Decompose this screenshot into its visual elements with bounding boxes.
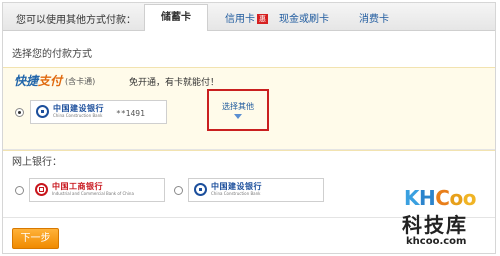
quick-pay-logo-part1: 快捷 xyxy=(14,74,39,88)
ccb-emblem-icon xyxy=(194,183,207,196)
choose-other-label: 选择其他 xyxy=(222,102,254,111)
watermark-letter: o xyxy=(449,186,463,210)
bank-name-en: China Construction Bank xyxy=(53,113,103,118)
quick-pay-note: (含卡通) xyxy=(65,77,96,86)
payment-tab-bar: 您可以使用其他方式付款： 储蓄卡 信用卡惠 现金或刷卡 消费卡 xyxy=(3,3,495,31)
bank-option-icbc[interactable]: 中国工商银行 Industrial and Commercial Bank of… xyxy=(29,178,165,202)
watermark-letter: C xyxy=(435,186,450,210)
bank-option-ccb[interactable]: 中国建设银行 China Construction Bank xyxy=(188,178,324,202)
watermark-letter: K xyxy=(404,186,420,210)
ccb-logo: 中国建设银行 China Construction Bank xyxy=(36,105,104,118)
watermark-url: khcoo.com xyxy=(406,236,467,247)
icbc-radio[interactable] xyxy=(15,186,24,195)
watermark-brand: KHCoo xyxy=(404,186,476,210)
ccb-emblem-icon xyxy=(36,105,49,118)
bank-name-en: China Construction Bank xyxy=(211,191,261,196)
bank-name-en: Industrial and Commercial Bank of China xyxy=(52,191,134,196)
chevron-down-icon xyxy=(234,114,242,119)
quick-pay-logo: 快捷支付 xyxy=(14,72,62,89)
quick-pay-radio[interactable] xyxy=(15,108,24,117)
tab-debit-card[interactable]: 储蓄卡 xyxy=(144,4,208,31)
section-title-online-banking: 网上银行： xyxy=(12,157,62,168)
selected-bank-card[interactable]: 中国建设银行 China Construction Bank **1491 xyxy=(30,100,167,124)
quick-pay-description: 免开通，有卡就能付！ xyxy=(129,78,220,88)
bank-name-cn: 中国工商银行 xyxy=(52,182,103,191)
icbc-emblem-icon xyxy=(35,183,48,196)
quick-pay-logo-part2: 支付 xyxy=(38,74,63,88)
tab-cash-or-card[interactable]: 现金或刷卡 xyxy=(279,10,329,25)
tab-credit-card[interactable]: 信用卡惠 xyxy=(225,10,268,25)
ccb-radio[interactable] xyxy=(174,186,183,195)
card-number-masked: **1491 xyxy=(116,109,145,118)
ccb-logo: 中国建设银行 China Construction Bank xyxy=(194,183,262,196)
watermark-letter: H xyxy=(419,186,436,210)
section-divider xyxy=(3,149,495,150)
section-title-payment-method: 选择您的付款方式 xyxy=(12,49,92,60)
tab-consumer-card[interactable]: 消费卡 xyxy=(359,10,389,25)
choose-other-bank-button[interactable]: 选择其他 xyxy=(207,89,269,131)
bank-name-cn: 中国建设银行 xyxy=(53,104,104,113)
other-methods-prompt: 您可以使用其他方式付款： xyxy=(16,15,136,26)
bank-name-cn: 中国建设银行 xyxy=(211,182,262,191)
watermark-letter: o xyxy=(462,186,477,210)
watermark-cn: 科技库 xyxy=(402,213,468,237)
discount-badge: 惠 xyxy=(257,14,268,24)
tab-credit-card-label: 信用卡 xyxy=(225,14,255,25)
icbc-logo: 中国工商银行 Industrial and Commercial Bank of… xyxy=(35,183,134,196)
next-step-button[interactable]: 下一步 xyxy=(12,228,59,249)
khcoo-watermark-logo: KHCoo 科技库 khcoo.com xyxy=(400,186,496,254)
